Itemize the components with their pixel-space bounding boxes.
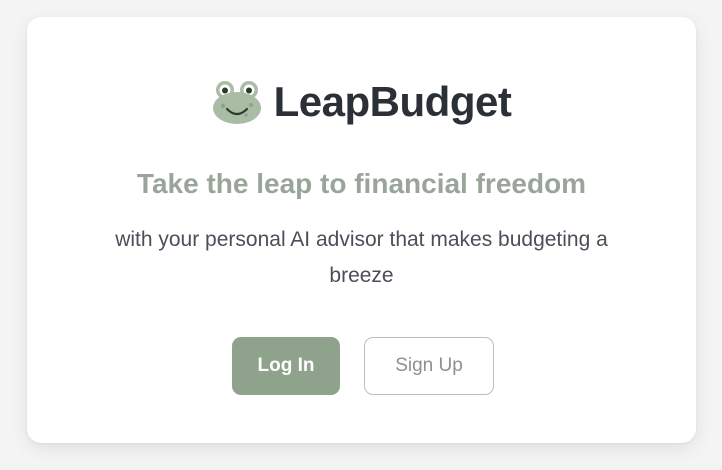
- tagline: Take the leap to financial freedom: [136, 168, 587, 199]
- app-name: LeapBudget: [273, 78, 512, 125]
- frog-icon: [212, 81, 261, 124]
- brand-header: LeapBudget: [27, 79, 696, 125]
- auth-actions: Log In Sign Up: [27, 337, 696, 395]
- signup-button[interactable]: Sign Up: [364, 337, 494, 395]
- subtitle: with your personal AI advisor that makes…: [115, 228, 608, 287]
- welcome-card: LeapBudget Take the leap to financial fr…: [27, 17, 696, 443]
- login-button[interactable]: Log In: [232, 337, 340, 395]
